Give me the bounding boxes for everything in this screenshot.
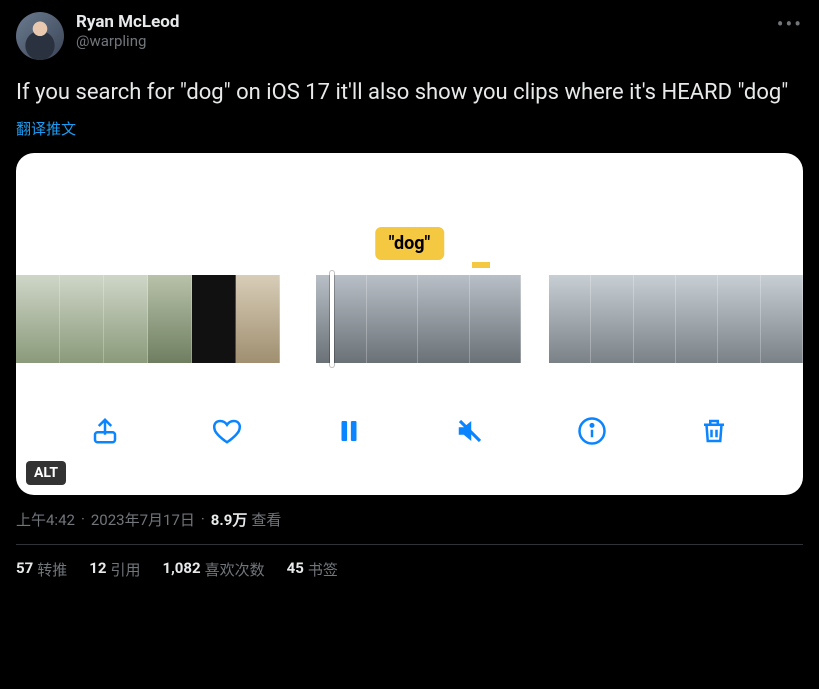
clip-frame bbox=[148, 275, 192, 363]
clip-frame bbox=[316, 275, 367, 363]
clip-frame bbox=[470, 275, 521, 363]
display-name: Ryan McLeod bbox=[76, 12, 179, 32]
divider bbox=[16, 544, 803, 545]
pause-icon[interactable] bbox=[329, 411, 369, 451]
stats-row: 57 转推 12 引用 1,082 喜欢次数 45 书签 bbox=[16, 559, 803, 580]
media-toolbar bbox=[16, 403, 803, 459]
tweet-time[interactable]: 上午4:42 bbox=[16, 509, 75, 530]
translate-link[interactable]: 翻译推文 bbox=[16, 118, 76, 139]
tweet-meta: 上午4:42 · 2023年7月17日 · 8.9万 查看 bbox=[16, 509, 803, 530]
views-label: 查看 bbox=[251, 509, 281, 530]
tweet-text: If you search for "dog" on iOS 17 it'll … bbox=[16, 78, 803, 108]
clip-frame bbox=[634, 275, 676, 363]
author-block[interactable]: Ryan McLeod @warpling bbox=[76, 12, 179, 50]
quotes-count: 12 bbox=[89, 559, 106, 580]
clip-frame bbox=[418, 275, 469, 363]
clip-frame bbox=[761, 275, 803, 363]
heart-icon[interactable] bbox=[207, 411, 247, 451]
avatar[interactable] bbox=[16, 12, 64, 60]
handle: @warpling bbox=[76, 32, 179, 50]
clip-group-3[interactable] bbox=[549, 275, 803, 363]
trash-icon[interactable] bbox=[694, 411, 734, 451]
search-term-badge: "dog" bbox=[375, 227, 445, 260]
quotes-label: 引用 bbox=[110, 559, 140, 580]
likes-count: 1,082 bbox=[162, 559, 200, 580]
clip-frame bbox=[591, 275, 633, 363]
retweets-count: 57 bbox=[16, 559, 33, 580]
clip-frame bbox=[236, 275, 280, 363]
bookmarks-stat[interactable]: 45 书签 bbox=[287, 559, 338, 580]
clips-timeline[interactable] bbox=[16, 275, 803, 363]
retweets-stat[interactable]: 57 转推 bbox=[16, 559, 67, 580]
tweet-date[interactable]: 2023年7月17日 bbox=[91, 509, 195, 530]
info-icon[interactable] bbox=[572, 411, 612, 451]
badge-pointer bbox=[472, 262, 490, 268]
clip-frame bbox=[718, 275, 760, 363]
share-icon[interactable] bbox=[85, 411, 125, 451]
views-count: 8.9万 bbox=[211, 509, 248, 530]
retweets-label: 转推 bbox=[37, 559, 67, 580]
likes-label: 喜欢次数 bbox=[205, 559, 265, 580]
clip-frame bbox=[676, 275, 718, 363]
clip-group-1[interactable] bbox=[16, 275, 280, 363]
clip-frame bbox=[192, 275, 236, 363]
clip-frame bbox=[104, 275, 148, 363]
dot-separator: · bbox=[81, 510, 85, 528]
clip-frame bbox=[60, 275, 104, 363]
clip-frame bbox=[549, 275, 591, 363]
mute-icon[interactable] bbox=[450, 411, 490, 451]
quotes-stat[interactable]: 12 引用 bbox=[89, 559, 140, 580]
bookmarks-label: 书签 bbox=[308, 559, 338, 580]
clip-frame bbox=[16, 275, 60, 363]
dot-separator: · bbox=[201, 510, 205, 528]
clip-frame bbox=[367, 275, 418, 363]
more-icon[interactable]: ••• bbox=[777, 12, 803, 36]
tweet-header: Ryan McLeod @warpling ••• bbox=[16, 12, 803, 60]
clip-group-2[interactable] bbox=[316, 275, 521, 363]
media-card[interactable]: "dog" bbox=[16, 153, 803, 495]
bookmarks-count: 45 bbox=[287, 559, 304, 580]
likes-stat[interactable]: 1,082 喜欢次数 bbox=[162, 559, 264, 580]
alt-badge[interactable]: ALT bbox=[26, 461, 66, 485]
playhead[interactable] bbox=[330, 271, 334, 367]
